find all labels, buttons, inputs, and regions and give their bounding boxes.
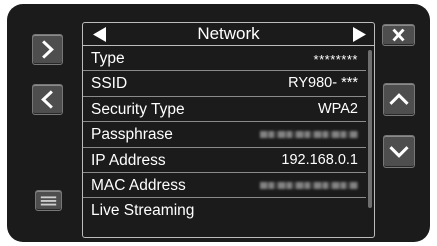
list-item-ip-address[interactable]: IP Address 192.168.0.1 <box>83 148 366 173</box>
chevron-right-icon <box>42 40 54 59</box>
row-value: ******** <box>313 52 358 67</box>
list-item-passphrase[interactable]: Passphrase <box>83 122 366 148</box>
row-value: WPA2 <box>317 100 358 117</box>
menu-button[interactable] <box>35 190 62 211</box>
settings-list: Type ******** SSID RY980- *** Security T… <box>83 46 366 224</box>
triangle-right-icon[interactable] <box>352 27 366 42</box>
panel-header: Network <box>83 23 374 46</box>
close-button[interactable] <box>382 24 415 46</box>
chevron-down-icon <box>389 146 409 158</box>
camera-lcd-screen: Network Type ******** SSID RY980- *** Se… <box>7 4 430 242</box>
list-item-mac-address[interactable]: MAC Address <box>83 173 366 199</box>
scroll-up-button[interactable] <box>383 83 415 116</box>
page-title: Network <box>197 24 260 43</box>
row-label: MAC Address <box>91 176 186 194</box>
list-item-type[interactable]: Type ******** <box>83 46 366 72</box>
close-icon <box>392 28 405 42</box>
prev-page-button[interactable] <box>32 84 63 115</box>
menu-icon <box>40 196 57 206</box>
next-page-button[interactable] <box>32 34 63 65</box>
list-item-live-streaming[interactable]: Live Streaming <box>83 198 366 223</box>
row-value: 192.168.0.1 <box>281 151 358 168</box>
scrollbar[interactable] <box>368 50 372 208</box>
row-value: RY980- *** <box>288 75 358 92</box>
row-label: Live Streaming <box>91 202 195 220</box>
list-item-security-type[interactable]: Security Type WPA2 <box>83 97 366 123</box>
row-label: Type <box>91 50 125 67</box>
row-label: Security Type <box>91 100 185 118</box>
list-item-ssid[interactable]: SSID RY980- *** <box>83 71 366 97</box>
redacted-value <box>260 131 358 139</box>
scroll-down-button[interactable] <box>383 135 415 168</box>
network-settings-panel: Network Type ******** SSID RY980- *** Se… <box>82 22 375 238</box>
chevron-up-icon <box>389 93 409 105</box>
chevron-left-icon <box>41 90 53 109</box>
row-label: IP Address <box>91 151 166 169</box>
row-label: Passphrase <box>91 126 173 144</box>
triangle-left-icon[interactable] <box>93 27 107 42</box>
redacted-value <box>260 181 358 189</box>
row-label: SSID <box>91 75 128 93</box>
